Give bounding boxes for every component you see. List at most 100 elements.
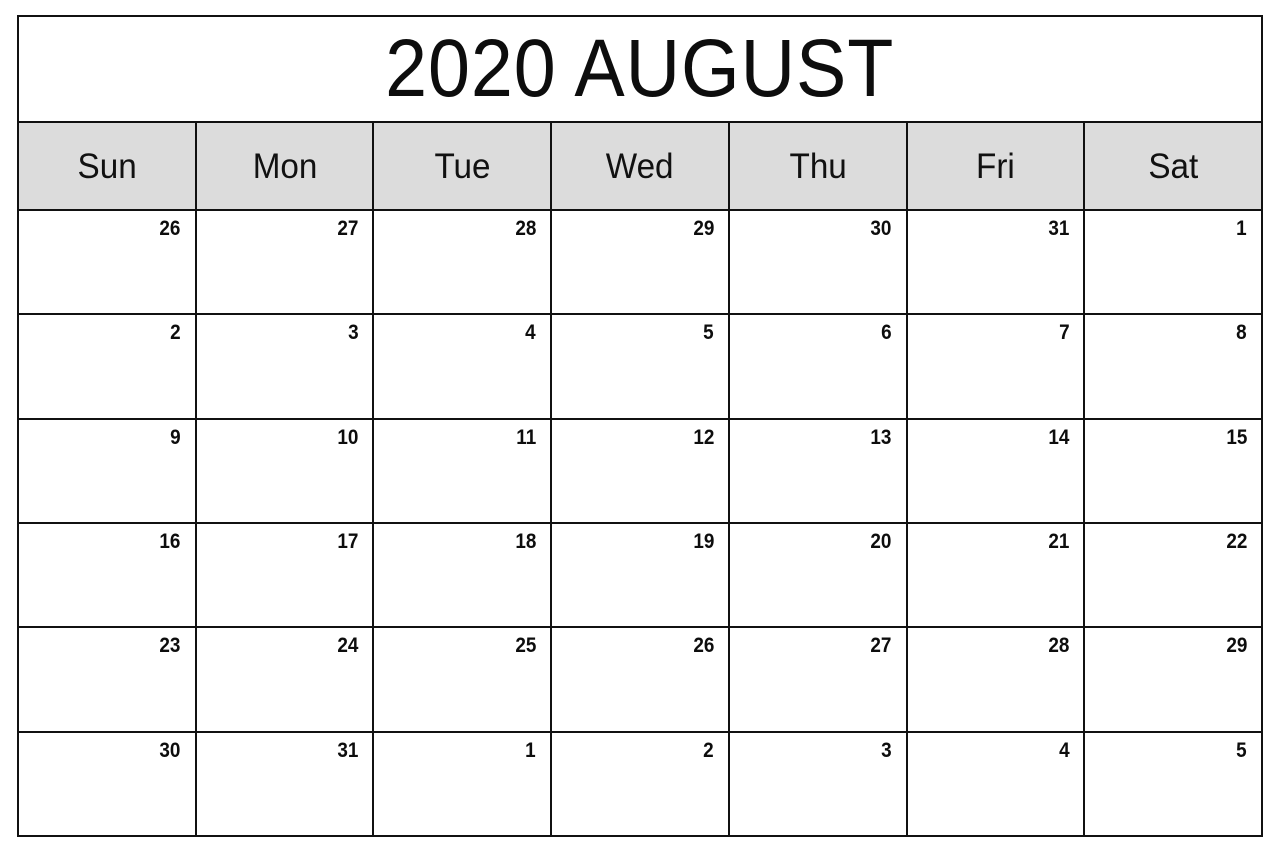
- weekday-header-cell-sat: Sat: [1085, 123, 1262, 209]
- calendar-day-cell[interactable]: 28: [374, 211, 553, 314]
- day-number: 7: [1058, 321, 1070, 345]
- calendar-day-cell[interactable]: 1: [374, 732, 553, 835]
- calendar-day-cell[interactable]: 4: [907, 732, 1086, 835]
- calendar-day-cell[interactable]: 31: [196, 732, 375, 835]
- day-notes-area[interactable]: [29, 658, 181, 659]
- day-number: 27: [337, 217, 359, 240]
- calendar-day-cell[interactable]: 3: [196, 315, 375, 418]
- day-notes-area[interactable]: [207, 658, 359, 659]
- calendar-day-cell[interactable]: 17: [196, 523, 375, 627]
- calendar-day-cell[interactable]: 8: [1085, 315, 1262, 418]
- calendar-day-cell[interactable]: 24: [196, 628, 375, 731]
- day-notes-area[interactable]: [562, 554, 714, 555]
- day-notes-area[interactable]: [207, 450, 359, 451]
- day-notes-area[interactable]: [1095, 658, 1247, 659]
- calendar-day-cell[interactable]: 6: [729, 315, 908, 418]
- calendar-week-row: 16 17 18 19 20 21 22: [19, 523, 1262, 629]
- calendar-day-cell[interactable]: 2: [552, 732, 730, 835]
- day-notes-area[interactable]: [29, 241, 181, 242]
- calendar-day-cell[interactable]: 10: [196, 419, 375, 522]
- calendar-week-row: 2 3 4 5 6 7 8: [19, 315, 1262, 420]
- day-notes-area[interactable]: [207, 763, 359, 764]
- day-notes-area[interactable]: [918, 554, 1070, 555]
- calendar-day-cell[interactable]: 27: [729, 628, 908, 731]
- day-number: 31: [1048, 217, 1070, 240]
- calendar-day-cell[interactable]: 9: [19, 419, 197, 522]
- calendar-day-cell[interactable]: 15: [1085, 419, 1262, 522]
- calendar-day-cell[interactable]: 16: [19, 523, 197, 627]
- day-number: 31: [337, 738, 359, 762]
- calendar-day-cell[interactable]: 5: [1085, 732, 1262, 835]
- day-number: 28: [1048, 634, 1070, 658]
- day-notes-area[interactable]: [384, 345, 536, 346]
- calendar-day-cell[interactable]: 19: [552, 523, 730, 627]
- day-notes-area[interactable]: [29, 345, 181, 346]
- calendar-day-cell[interactable]: 29: [552, 211, 730, 314]
- calendar-day-cell[interactable]: 3: [729, 732, 908, 835]
- calendar-day-cell[interactable]: 12: [552, 419, 730, 522]
- day-notes-area[interactable]: [207, 554, 359, 555]
- day-notes-area[interactable]: [384, 763, 536, 764]
- day-notes-area[interactable]: [207, 345, 359, 346]
- day-notes-area[interactable]: [562, 658, 714, 659]
- calendar-day-cell[interactable]: 28: [907, 628, 1086, 731]
- calendar-week-row: 9 10 11 12 13 14 15: [19, 419, 1262, 524]
- day-number: 3: [347, 321, 359, 345]
- day-notes-area[interactable]: [562, 241, 714, 242]
- calendar-day-cell[interactable]: 31: [907, 211, 1086, 314]
- day-notes-area[interactable]: [384, 554, 536, 555]
- day-number: 10: [337, 425, 359, 449]
- day-notes-area[interactable]: [29, 554, 181, 555]
- day-notes-area[interactable]: [207, 241, 359, 242]
- calendar-day-cell[interactable]: 7: [907, 315, 1086, 418]
- weekday-header-cell-tue: Tue: [374, 123, 553, 209]
- day-notes-area[interactable]: [740, 450, 892, 451]
- day-notes-area[interactable]: [1095, 241, 1247, 242]
- day-notes-area[interactable]: [562, 345, 714, 346]
- day-notes-area[interactable]: [740, 763, 892, 764]
- calendar-day-cell[interactable]: 25: [374, 628, 553, 731]
- calendar-day-cell[interactable]: 18: [374, 523, 553, 627]
- calendar-day-cell[interactable]: 13: [729, 419, 908, 522]
- calendar-day-cell[interactable]: 29: [1085, 628, 1262, 731]
- calendar-day-cell[interactable]: 30: [19, 732, 197, 835]
- day-notes-area[interactable]: [562, 763, 714, 764]
- day-notes-area[interactable]: [918, 658, 1070, 659]
- day-notes-area[interactable]: [740, 345, 892, 346]
- calendar-day-cell[interactable]: 27: [196, 211, 375, 314]
- day-notes-area[interactable]: [740, 658, 892, 659]
- day-notes-area[interactable]: [1095, 763, 1247, 764]
- calendar-day-cell[interactable]: 2: [19, 315, 197, 418]
- day-notes-area[interactable]: [918, 763, 1070, 764]
- calendar-day-cell[interactable]: 14: [907, 419, 1086, 522]
- day-notes-area[interactable]: [740, 554, 892, 555]
- day-notes-area[interactable]: [384, 658, 536, 659]
- calendar-day-cell[interactable]: 21: [907, 523, 1086, 627]
- weekday-label: Sun: [77, 146, 137, 186]
- calendar-day-cell[interactable]: 4: [374, 315, 553, 418]
- day-notes-area[interactable]: [29, 450, 181, 451]
- day-number: 13: [870, 425, 892, 449]
- weekday-label: Mon: [252, 146, 317, 186]
- day-notes-area[interactable]: [562, 450, 714, 451]
- day-notes-area[interactable]: [1095, 345, 1247, 346]
- day-notes-area[interactable]: [740, 241, 892, 242]
- calendar-day-cell[interactable]: 5: [552, 315, 730, 418]
- day-notes-area[interactable]: [384, 450, 536, 451]
- calendar-day-cell[interactable]: 26: [552, 628, 730, 731]
- day-notes-area[interactable]: [918, 450, 1070, 451]
- day-notes-area[interactable]: [384, 241, 536, 242]
- day-notes-area[interactable]: [918, 241, 1070, 242]
- day-notes-area[interactable]: [1095, 554, 1247, 555]
- calendar-day-cell[interactable]: 20: [729, 523, 908, 627]
- calendar-day-cell[interactable]: 1: [1085, 211, 1262, 314]
- calendar-day-cell[interactable]: 11: [374, 419, 553, 522]
- calendar-day-cell[interactable]: 23: [19, 628, 197, 731]
- calendar-day-cell[interactable]: 26: [19, 211, 197, 314]
- day-notes-area[interactable]: [1095, 450, 1247, 451]
- day-notes-area[interactable]: [29, 763, 181, 764]
- weekday-header-cell-fri: Fri: [907, 123, 1086, 209]
- calendar-day-cell[interactable]: 22: [1085, 523, 1262, 627]
- day-notes-area[interactable]: [918, 345, 1070, 346]
- calendar-day-cell[interactable]: 30: [729, 211, 908, 314]
